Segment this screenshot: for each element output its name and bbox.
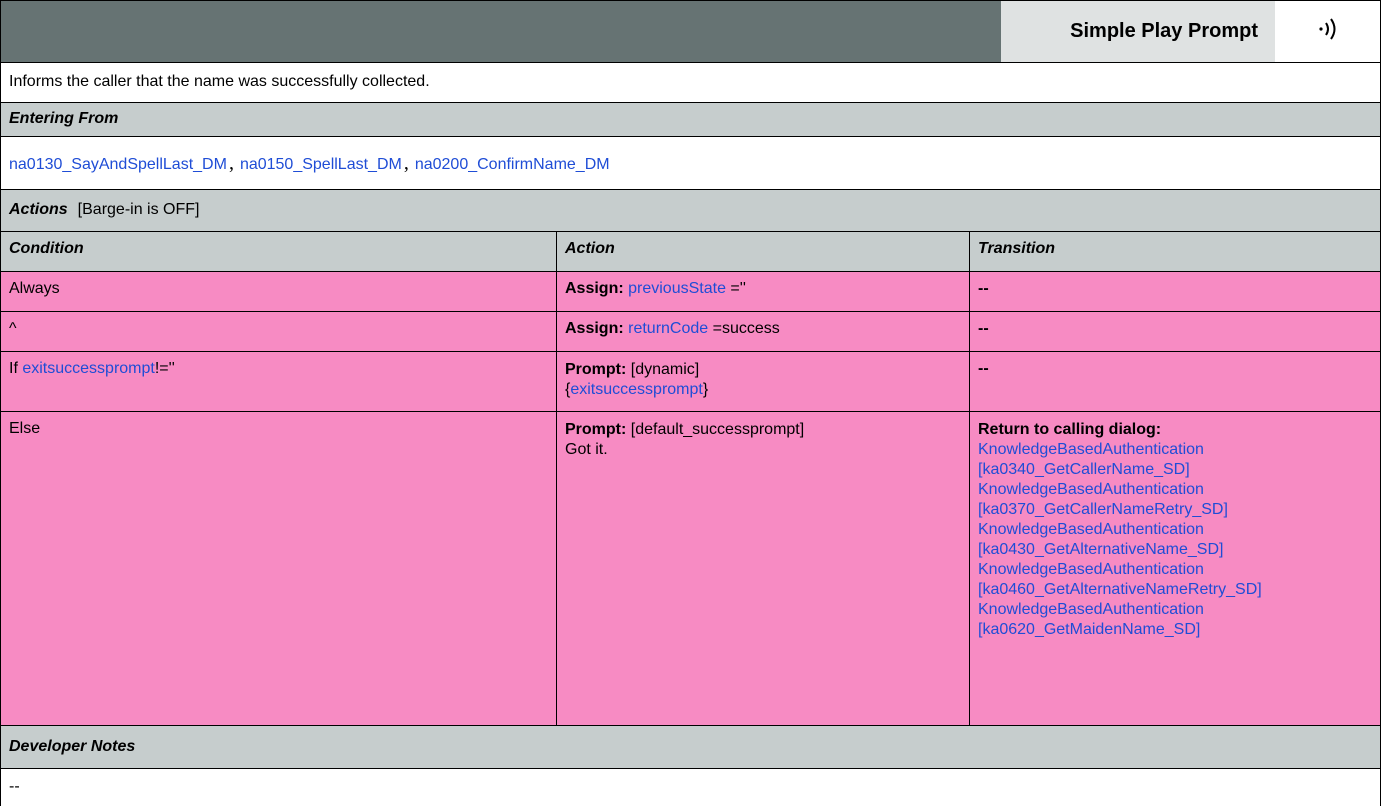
condition-cell: Else: [9, 420, 41, 437]
action-value: =success: [708, 320, 780, 337]
entering-link[interactable]: na0200_ConfirmName_DM: [415, 156, 610, 173]
dialog-link[interactable]: KnowledgeBasedAuthentication: [978, 520, 1372, 540]
column-transition: Transition: [969, 232, 1380, 271]
link-separator: ,: [228, 152, 234, 174]
action-value: ='': [725, 280, 746, 297]
action-cell: Prompt: [dynamic] {exitsuccessprompt}: [556, 352, 969, 411]
variable-link[interactable]: previousState: [628, 280, 726, 297]
entering-from-list: na0130_SayAndSpellLast_DM, na0150_SpellLa…: [1, 136, 1380, 189]
transition-label: Return to calling dialog:: [978, 421, 1162, 438]
actions-table-header: Condition Action Transition: [1, 231, 1380, 271]
action-label: Prompt:: [565, 421, 627, 438]
condition-cell: ^: [9, 320, 17, 337]
actions-heading: Actions [Barge-in is OFF]: [1, 189, 1380, 231]
entering-link[interactable]: na0150_SpellLast_DM: [240, 156, 402, 173]
dialog-link[interactable]: [ka0340_GetCallerName_SD]: [978, 460, 1372, 480]
variable-link[interactable]: exitsuccessprompt: [570, 381, 703, 398]
dialog-link[interactable]: KnowledgeBasedAuthentication: [978, 600, 1372, 620]
link-separator: ,: [403, 152, 409, 174]
transition-cell: --: [969, 352, 1380, 411]
brace-close: }: [702, 381, 709, 398]
action-label: Assign:: [565, 280, 624, 297]
speaker-button[interactable]: [1275, 1, 1380, 62]
dialog-link[interactable]: [ka0460_GetAlternativeNameRetry_SD]: [978, 580, 1372, 600]
developer-notes-text: --: [1, 768, 1380, 807]
action-cell: Assign: returnCode =success: [556, 312, 969, 351]
transition-cell: Return to calling dialog: KnowledgeBased…: [969, 412, 1380, 725]
barge-in-status: [Barge-in is OFF]: [77, 201, 200, 218]
action-cell: Prompt: [default_successprompt] Got it.: [556, 412, 969, 725]
table-row: Else Prompt: [default_successprompt] Got…: [1, 411, 1380, 725]
actions-title: Actions: [9, 201, 68, 218]
action-value: [dynamic]: [626, 361, 700, 378]
transition-cell: --: [969, 272, 1380, 311]
prompt-spec-page: Simple Play Prompt Informs the caller th…: [0, 0, 1381, 807]
dialog-link[interactable]: KnowledgeBasedAuthentication: [978, 560, 1372, 580]
column-action: Action: [556, 232, 969, 271]
speaker-icon: [1317, 16, 1339, 47]
dialog-link[interactable]: KnowledgeBasedAuthentication: [978, 440, 1372, 460]
dialog-link[interactable]: [ka0430_GetAlternativeName_SD]: [978, 540, 1372, 560]
table-row: If exitsuccessprompt!='' Prompt: [dynami…: [1, 351, 1380, 411]
column-condition: Condition: [9, 240, 84, 257]
dialog-link[interactable]: [ka0370_GetCallerNameRetry_SD]: [978, 500, 1372, 520]
condition-cell: If exitsuccessprompt!='': [1, 352, 556, 411]
developer-notes-heading: Developer Notes: [1, 725, 1380, 768]
variable-link[interactable]: returnCode: [628, 320, 708, 337]
table-row: Always Assign: previousState ='' --: [1, 271, 1380, 311]
action-label: Prompt:: [565, 361, 627, 378]
action-label: Assign:: [565, 320, 624, 337]
page-title: Simple Play Prompt: [1070, 20, 1258, 42]
prompt-text: Got it.: [565, 441, 608, 458]
transition-cell: --: [969, 312, 1380, 351]
entering-from-heading: Entering From: [1, 102, 1380, 136]
condition-prefix: If: [9, 360, 23, 377]
entering-link[interactable]: na0130_SayAndSpellLast_DM: [9, 156, 227, 173]
table-row: ^ Assign: returnCode =success --: [1, 311, 1380, 351]
variable-link[interactable]: exitsuccessprompt: [22, 360, 155, 377]
condition-cell: Always: [9, 280, 60, 297]
dialog-link[interactable]: KnowledgeBasedAuthentication: [978, 480, 1372, 500]
description: Informs the caller that the name was suc…: [1, 62, 1380, 102]
dialog-link[interactable]: [ka0620_GetMaidenName_SD]: [978, 620, 1372, 640]
action-cell: Assign: previousState ='': [556, 272, 969, 311]
action-value: [default_successprompt]: [626, 421, 805, 438]
condition-suffix: !='': [154, 360, 175, 377]
